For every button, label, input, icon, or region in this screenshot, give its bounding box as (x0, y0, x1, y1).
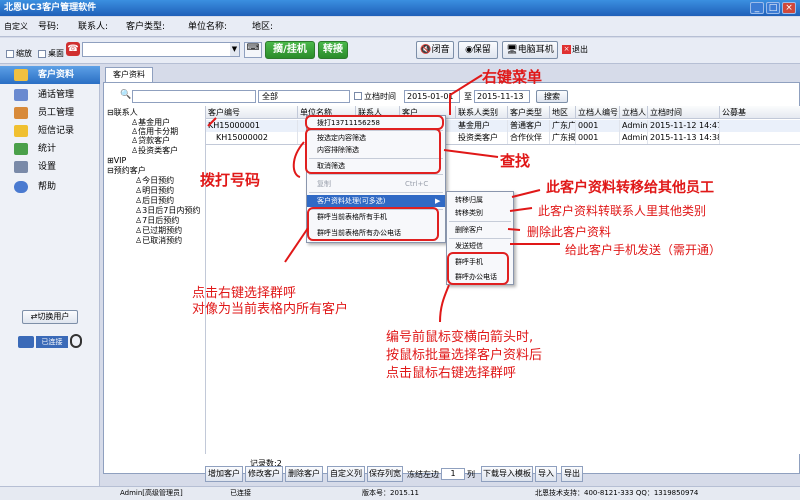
arrow-dial (292, 141, 305, 178)
status-bar: Admin[高级管理员] 已连接 版本号：2015.11 北恩技术支持：400-… (0, 486, 800, 500)
arrow-delete (507, 228, 521, 231)
arrow-transfer-owner (511, 189, 541, 198)
save-width-button[interactable]: 保存列宽 (367, 466, 403, 482)
arrow-search (443, 149, 499, 158)
edit-customer-button[interactable]: 修改客户 (245, 466, 283, 482)
bottom-toolbar: 增加客户 修改客户 删除客户 自定义列 保存列宽 冻结左边 1 列 下载导入模板… (205, 466, 800, 484)
status-user: Admin[高级管理员] (120, 489, 183, 497)
import-button[interactable]: 导入 (535, 466, 557, 482)
annotation-right-click-menu: 右键菜单 (482, 68, 543, 86)
annotation-batch-1: 编号前鼠标变横向箭头时, (386, 330, 534, 345)
status-connection: 已连接 (230, 489, 251, 497)
export-button[interactable]: 导出 (561, 466, 583, 482)
arrow-sub-group-call (439, 284, 450, 323)
status-version: 版本号：2015.11 (362, 489, 419, 497)
annotation-batch-3: 点击鼠标右键选择群呼 (386, 366, 517, 381)
annotation-delete: 删除此客户资料 (527, 225, 612, 239)
status-support: 北恩技术支持：400-8121-333 QQ：1319850974 (535, 489, 699, 497)
download-template-button[interactable]: 下载导入模板 (481, 466, 533, 482)
freeze-stepper[interactable]: 1 (441, 468, 465, 480)
annotation-group-call-2: 对像为当前表格内所有客户 (192, 302, 349, 317)
arrow-group-call (284, 227, 309, 263)
freeze-label: 冻结左边 (407, 470, 439, 479)
custom-columns-button[interactable]: 自定义列 (327, 466, 365, 482)
arrow-transfer-category (509, 207, 533, 212)
annotation-batch-2: 按鼠标批量选择客户资料后 (386, 348, 543, 363)
arrow-batch (207, 117, 217, 127)
annotation-transfer-category: 此客户资料转联系人里其他类别 (538, 204, 707, 218)
delete-customer-button[interactable]: 删除客户 (285, 466, 323, 482)
arrow-right-click-menu (449, 74, 483, 115)
annotation-dial: 拨打号码 (200, 171, 261, 189)
annotation-transfer-employee: 此客户资料转移给其他员工 (546, 180, 714, 196)
add-customer-button[interactable]: 增加客户 (205, 466, 243, 482)
column-unit-label: 列 (467, 470, 475, 479)
annotation-send-sms: 给此客户手机发送（需开通） (565, 243, 722, 257)
annotation-search: 查找 (500, 152, 531, 170)
